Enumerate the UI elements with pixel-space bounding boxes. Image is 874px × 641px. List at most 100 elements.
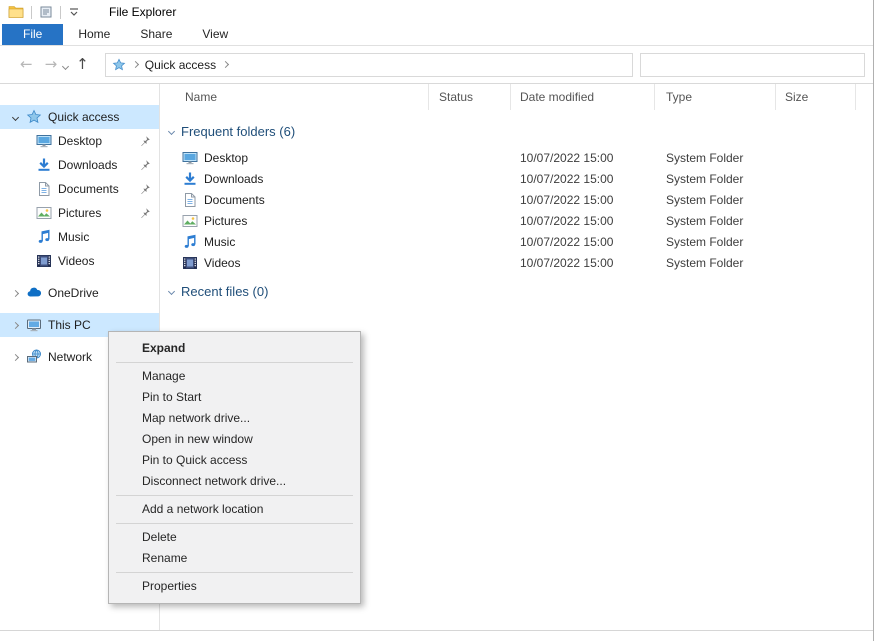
sidebar-item-quick-access[interactable]: Quick access: [0, 105, 159, 129]
menu-item-add-a-network-location[interactable]: Add a network location: [109, 499, 360, 520]
address-bar[interactable]: Quick access: [105, 53, 633, 77]
tab-home[interactable]: Home: [63, 24, 125, 45]
file-row-videos[interactable]: Videos 10/07/2022 15:00 System Folder: [160, 252, 873, 273]
group-label: Frequent folders (6): [181, 124, 295, 139]
file-name: Downloads: [204, 172, 263, 186]
tab-file[interactable]: File: [2, 24, 63, 45]
menu-item-manage[interactable]: Manage: [109, 366, 360, 387]
sidebar-item-music[interactable]: Music: [0, 225, 159, 249]
sidebar-item-downloads[interactable]: Downloads: [0, 153, 159, 177]
menu-item-pin-to-quick-access[interactable]: Pin to Quick access: [109, 450, 360, 471]
file-date-modified: 10/07/2022 15:00: [511, 193, 655, 207]
collapsed-chevron-icon[interactable]: [10, 323, 20, 328]
file-name-cell: Desktop: [160, 150, 429, 166]
status-bar: [0, 630, 873, 641]
breadcrumb-chevron-icon[interactable]: [222, 61, 229, 68]
menu-item-expand[interactable]: Expand: [109, 338, 360, 359]
collapsed-chevron-icon[interactable]: [10, 291, 20, 296]
sidebar-item-pictures[interactable]: Pictures: [0, 201, 159, 225]
file-explorer-window: File Explorer File Home Share View ← → ↑…: [0, 0, 874, 641]
documents-icon: [36, 181, 52, 197]
group-header-recent-files[interactable]: Recent files (0): [160, 282, 873, 300]
sidebar-item-onedrive[interactable]: OneDrive: [0, 281, 159, 305]
recent-locations-chevron-icon[interactable]: [63, 58, 68, 72]
this-pc-context-menu: Expand Manage Pin to Start Map network d…: [108, 331, 361, 604]
navigation-bar: ← → ↑ Quick access: [0, 46, 873, 84]
desktop-icon: [36, 133, 52, 149]
forward-button[interactable]: →: [39, 57, 64, 72]
menu-item-map-network-drive[interactable]: Map network drive...: [109, 408, 360, 429]
documents-icon: [182, 192, 198, 208]
sidebar-item-desktop[interactable]: Desktop: [0, 129, 159, 153]
file-row-pictures[interactable]: Pictures 10/07/2022 15:00 System Folder: [160, 210, 873, 231]
file-name-cell: Music: [160, 234, 429, 250]
sidebar-gap: [0, 305, 159, 313]
onedrive-cloud-icon: [26, 285, 42, 301]
breadcrumb[interactable]: Quick access: [145, 58, 216, 72]
menu-separator: [116, 572, 353, 573]
tab-share[interactable]: Share: [125, 24, 187, 45]
pictures-icon: [182, 213, 198, 229]
menu-item-pin-to-start[interactable]: Pin to Start: [109, 387, 360, 408]
group-label: Recent files (0): [181, 284, 268, 299]
file-name: Pictures: [204, 214, 247, 228]
window-title: File Explorer: [109, 5, 176, 19]
column-header-status[interactable]: Status: [429, 84, 511, 110]
file-type: System Folder: [655, 172, 776, 186]
pin-icon: [139, 135, 151, 150]
column-header-date-modified[interactable]: Date modified: [511, 84, 655, 110]
file-type: System Folder: [655, 193, 776, 207]
network-icon: [26, 349, 42, 365]
videos-icon: [182, 255, 198, 271]
up-button[interactable]: ↑: [70, 57, 95, 72]
file-name: Music: [204, 235, 235, 249]
tab-view[interactable]: View: [187, 24, 243, 45]
menu-item-open-in-new-window[interactable]: Open in new window: [109, 429, 360, 450]
search-input[interactable]: [640, 53, 865, 77]
music-icon: [182, 234, 198, 250]
group-chevron-icon[interactable]: [168, 287, 175, 294]
file-row-downloads[interactable]: Downloads 10/07/2022 15:00 System Folder: [160, 168, 873, 189]
quick-access-icon: [112, 58, 126, 72]
this-pc-icon: [26, 317, 42, 333]
file-row-desktop[interactable]: Desktop 10/07/2022 15:00 System Folder: [160, 147, 873, 168]
videos-icon: [36, 253, 52, 269]
menu-separator: [116, 362, 353, 363]
collapsed-chevron-icon[interactable]: [10, 355, 20, 360]
quick-access-star-icon: [26, 109, 42, 125]
menu-item-rename[interactable]: Rename: [109, 548, 360, 569]
sidebar-item-label: Network: [48, 350, 92, 364]
column-header-size[interactable]: Size: [776, 84, 856, 110]
file-name: Desktop: [204, 151, 248, 165]
menu-item-properties[interactable]: Properties: [109, 576, 360, 597]
file-name-cell: Pictures: [160, 213, 429, 229]
sidebar-item-videos[interactable]: Videos: [0, 249, 159, 273]
file-date-modified: 10/07/2022 15:00: [511, 151, 655, 165]
column-header-type[interactable]: Type: [655, 84, 776, 110]
file-type: System Folder: [655, 256, 776, 270]
sidebar-item-documents[interactable]: Documents: [0, 177, 159, 201]
sidebar-item-label: Music: [58, 230, 89, 244]
sidebar-item-label: Documents: [58, 182, 119, 196]
desktop-icon: [182, 150, 198, 166]
file-row-documents[interactable]: Documents 10/07/2022 15:00 System Folder: [160, 189, 873, 210]
menu-item-delete[interactable]: Delete: [109, 527, 360, 548]
group-header-frequent-folders[interactable]: Frequent folders (6): [160, 122, 873, 140]
ribbon-tab-bar: File Home Share View: [0, 24, 873, 46]
file-date-modified: 10/07/2022 15:00: [511, 235, 655, 249]
file-name-cell: Documents: [160, 192, 429, 208]
quick-access-toolbar-icon[interactable]: [39, 5, 53, 19]
column-header-name[interactable]: Name: [160, 84, 429, 110]
file-date-modified: 10/07/2022 15:00: [511, 172, 655, 186]
menu-item-disconnect-network-drive[interactable]: Disconnect network drive...: [109, 471, 360, 492]
breadcrumb-chevron-icon[interactable]: [132, 61, 139, 68]
expanded-chevron-icon[interactable]: [10, 115, 20, 120]
sidebar-item-label: Quick access: [48, 110, 119, 124]
back-button[interactable]: ←: [14, 57, 39, 72]
file-row-music[interactable]: Music 10/07/2022 15:00 System Folder: [160, 231, 873, 252]
group-chevron-icon[interactable]: [168, 127, 175, 134]
customize-toolbar-chevron-icon[interactable]: [68, 6, 80, 18]
folder-icon: [8, 4, 24, 20]
file-type: System Folder: [655, 151, 776, 165]
file-type: System Folder: [655, 214, 776, 228]
